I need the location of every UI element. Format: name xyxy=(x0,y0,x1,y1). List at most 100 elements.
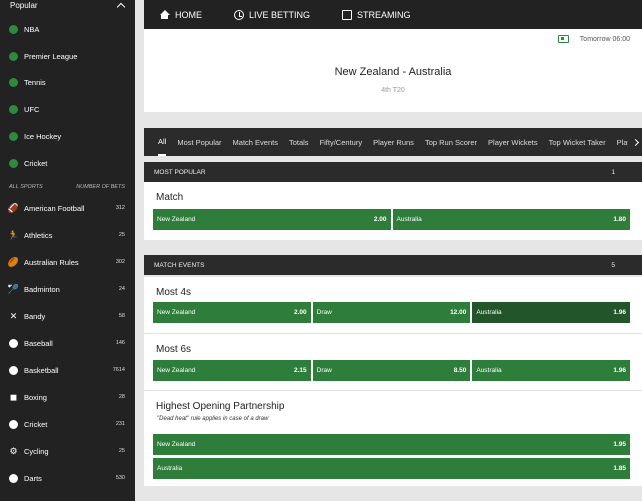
shuttlecock-icon: 🏸 xyxy=(7,283,20,294)
nav-live-betting[interactable]: LIVE BETTING xyxy=(234,9,310,20)
odd-australia[interactable]: Australia 1.85 xyxy=(153,458,630,479)
odd-label: Australia xyxy=(476,309,502,316)
sidebar-item-boxing[interactable]: ◼ Boxing 28 xyxy=(0,384,135,411)
odd-label: Australia xyxy=(476,367,502,374)
sport-count: 302 xyxy=(115,259,125,266)
event-header: Tomorrow 06:00 New Zealand - Australia 4… xyxy=(144,29,642,112)
tab-top-wicket-taker[interactable]: Top Wicket Taker xyxy=(549,128,606,156)
sidebar-item-nba[interactable]: NBA xyxy=(0,16,135,43)
odd-price: 1.80 xyxy=(613,216,626,223)
sport-count: 28 xyxy=(118,394,125,401)
odds-row: New Zealand 2.00 Australia 1.80 xyxy=(153,209,630,230)
section-count: 1 xyxy=(611,168,615,176)
tab-totals[interactable]: Totals xyxy=(289,128,309,156)
dot-icon xyxy=(9,132,18,142)
dot-icon xyxy=(9,78,18,88)
odd-new-zealand[interactable]: New Zealand 2.00 xyxy=(153,209,391,230)
sidebar-header-label: Popular xyxy=(10,0,38,10)
odd-price: 2.00 xyxy=(294,309,307,316)
market-title: Highest Opening Partnership xyxy=(156,401,285,412)
nav-home-label: HOME xyxy=(175,9,202,20)
event-time: Tomorrow 06:00 xyxy=(557,35,630,43)
sidebar-item-label: Cricket xyxy=(24,158,48,168)
sport-label: Darts xyxy=(24,473,42,483)
sidebar-item-cricket[interactable]: Cricket 231 xyxy=(0,411,135,438)
odd-label: New Zealand xyxy=(157,309,196,316)
tv-icon xyxy=(342,9,353,20)
sport-label: Athletics xyxy=(24,230,53,240)
sidebar-item-cycling[interactable]: ⚙ Cycling 25 xyxy=(0,438,135,465)
odd-price: 2.15 xyxy=(294,367,307,374)
chevron-up-icon[interactable] xyxy=(117,1,125,9)
event-time-label: Tomorrow 06:00 xyxy=(579,35,630,43)
all-sports-label: ALL SPORTS xyxy=(9,183,43,190)
sidebar-item-badminton[interactable]: 🏸 Badminton 24 xyxy=(0,276,135,303)
odd-australia[interactable]: Australia 1.80 xyxy=(392,209,630,230)
section-count: 5 xyxy=(611,261,615,269)
market-title: Most 6s xyxy=(156,344,192,355)
odd-draw[interactable]: Draw 12.00 xyxy=(312,302,471,323)
odd-price: 12.00 xyxy=(450,309,467,316)
tab-player-wickets[interactable]: Player Wickets xyxy=(488,128,538,156)
sidebar-item-basketball[interactable]: Basketball 7614 xyxy=(0,357,135,384)
running-icon: 🏃 xyxy=(7,229,20,240)
odd-label: New Zealand xyxy=(157,441,196,448)
sport-count: 24 xyxy=(118,286,125,293)
sidebar-header-popular[interactable]: Popular xyxy=(0,0,135,12)
football-icon: 🏈 xyxy=(7,202,20,213)
odd-draw[interactable]: Draw 8.50 xyxy=(312,360,471,381)
odd-australia[interactable]: Australia 1.96 xyxy=(472,360,631,381)
app: Popular NBA Premier League Tennis UFC Ic… xyxy=(0,0,642,501)
sport-count: 25 xyxy=(118,448,125,455)
dot-icon xyxy=(9,51,18,61)
number-of-bets-label: NUMBER OF BETS xyxy=(76,183,125,190)
sidebar-item-ufc[interactable]: UFC xyxy=(0,96,135,123)
sport-label: Badminton xyxy=(24,284,60,294)
odd-label: Draw xyxy=(316,309,332,316)
tab-all[interactable]: All xyxy=(158,128,167,156)
all-sports-header: ALL SPORTS NUMBER OF BETS xyxy=(0,179,135,195)
sport-label: Boxing xyxy=(24,392,47,402)
odd-new-zealand[interactable]: New Zealand 2.15 xyxy=(153,360,311,381)
sidebar-item-cricket-popular[interactable]: Cricket xyxy=(0,150,135,177)
sidebar-item-australian-rules[interactable]: 🏉 Australian Rules 302 xyxy=(0,249,135,276)
section-title: MATCH EVENTS xyxy=(154,261,205,269)
section-match-events[interactable]: MATCH EVENTS 5 xyxy=(144,255,642,275)
sidebar-item-baseball[interactable]: Baseball 146 xyxy=(0,330,135,357)
odd-label: New Zealand xyxy=(157,367,196,374)
sidebar-item-american-football[interactable]: 🏈 American Football 312 xyxy=(0,195,135,222)
sidebar-item-tennis[interactable]: Tennis xyxy=(0,70,135,97)
nav-streaming-label: STREAMING xyxy=(357,9,411,20)
sport-label: Cricket xyxy=(24,419,48,429)
nav-streaming[interactable]: STREAMING xyxy=(342,9,411,20)
sidebar-item-athletics[interactable]: 🏃 Athletics 25 xyxy=(0,222,135,249)
sport-count: 25 xyxy=(118,232,125,239)
market-most-4s: Most 4s New Zealand 2.00 Draw 12.00 Austra… xyxy=(144,277,642,333)
tab-player-runs[interactable]: Player Runs xyxy=(373,128,414,156)
tab-top-run-scorer[interactable]: Top Run Scorer xyxy=(425,128,477,156)
section-most-popular[interactable]: MOST POPULAR 1 xyxy=(144,162,642,182)
event-subtitle: 4th T20 xyxy=(381,87,405,94)
sport-count: 58 xyxy=(118,313,125,320)
stream-tv-icon[interactable] xyxy=(557,35,569,43)
odd-new-zealand[interactable]: New Zealand 2.00 xyxy=(153,302,311,323)
sport-label: Baseball xyxy=(24,338,53,348)
sidebar-item-darts[interactable]: Darts 530 xyxy=(0,465,135,492)
tab-most-popular[interactable]: Most Popular xyxy=(177,128,221,156)
odd-price: 1.96 xyxy=(613,367,627,374)
chevron-right-icon[interactable] xyxy=(628,128,642,156)
odd-price: 1.85 xyxy=(613,465,626,472)
tab-fifty-century[interactable]: Fifty/Century xyxy=(320,128,363,156)
sidebar-item-ice-hockey[interactable]: Ice Hockey xyxy=(0,123,135,150)
sidebar-item-premier-league[interactable]: Premier League xyxy=(0,43,135,70)
cricket-ball-icon xyxy=(9,419,18,429)
odd-new-zealand[interactable]: New Zealand 1.95 xyxy=(153,434,630,455)
sidebar-item-bandy[interactable]: ✕ Bandy 58 xyxy=(0,303,135,330)
nav-home[interactable]: HOME xyxy=(160,9,202,20)
tab-match-events[interactable]: Match Events xyxy=(233,128,278,156)
home-icon xyxy=(160,9,170,20)
market-note: "Dead heat" rule applies in case of a dr… xyxy=(157,416,269,422)
bicycle-icon: ⚙ xyxy=(9,445,18,456)
odd-australia[interactable]: Australia 1.96 xyxy=(472,302,631,323)
sport-label: Bandy xyxy=(24,311,46,321)
